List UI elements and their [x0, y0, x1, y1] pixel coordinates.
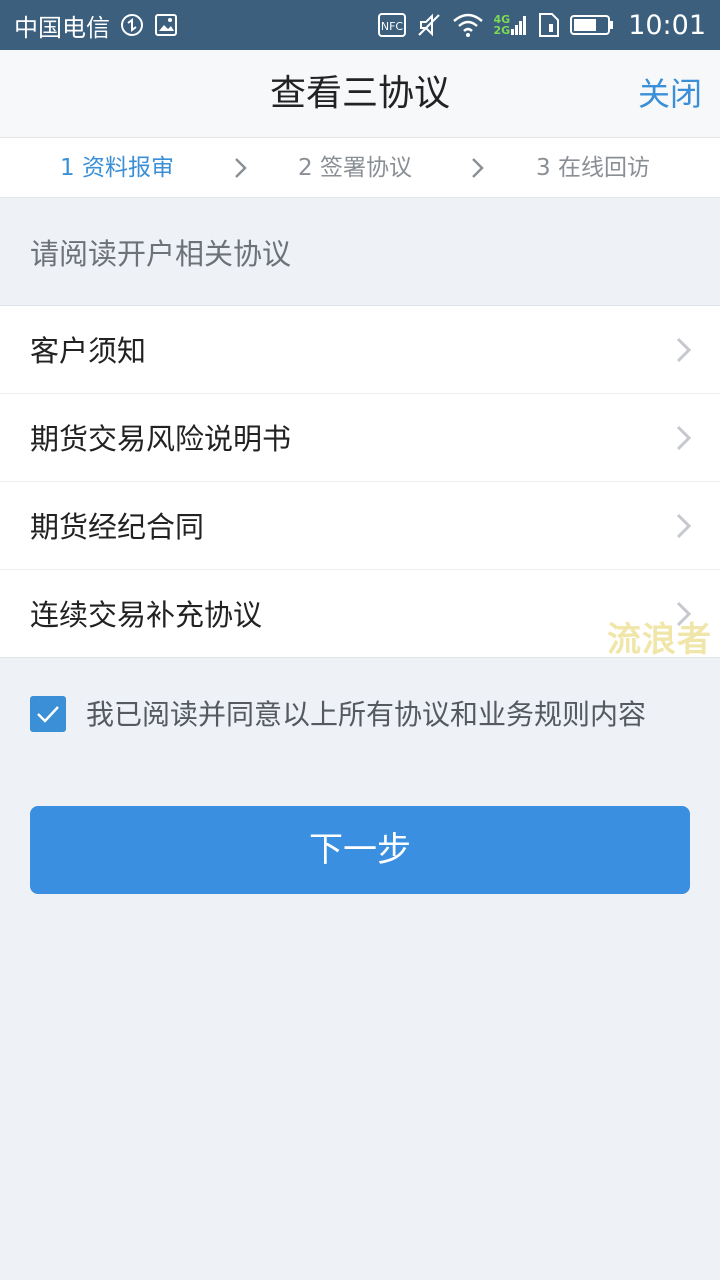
section-header: 请阅读开户相关协议: [0, 198, 720, 306]
agreement-list: 客户须知 期货交易风险说明书 期货经纪合同 连续交易补充协议: [0, 306, 720, 658]
list-item-brokerage-contract[interactable]: 期货经纪合同: [0, 482, 720, 570]
title-bar: 查看三协议 关闭: [0, 50, 720, 138]
sim-icon: [538, 12, 560, 38]
step-3: 3 在线回访: [536, 155, 650, 181]
nfc-label: NFC: [380, 20, 403, 33]
battery-icon: [570, 13, 614, 37]
chevron-right-icon: [471, 138, 485, 198]
checkmark-icon: [37, 706, 59, 723]
nfc-icon: NFC: [377, 13, 406, 37]
wifi-icon: [452, 13, 484, 37]
image-icon: [154, 13, 178, 37]
list-item-risk-disclosure[interactable]: 期货交易风险说明书: [0, 394, 720, 482]
network-type-icon: 4G 2G: [494, 13, 529, 37]
status-bar: 中国电信 NFC 4G 2G 10:01: [0, 0, 720, 50]
section-title: 请阅读开户相关协议: [30, 237, 292, 271]
list-item-label: 客户须知: [30, 334, 147, 368]
chevron-right-icon: [234, 138, 248, 198]
network-2g-label: 2G: [493, 24, 511, 37]
list-item-label: 期货经纪合同: [30, 510, 205, 544]
list-item-customer-notice[interactable]: 客户须知: [0, 306, 720, 394]
progress-steps: 1 资料报审 2 签署协议 3 在线回访: [0, 138, 720, 198]
chevron-right-icon: [676, 425, 692, 451]
next-step-button[interactable]: 下一步: [30, 806, 690, 894]
list-item-label: 期货交易风险说明书: [30, 422, 292, 456]
sync-icon: [120, 13, 144, 37]
list-item-label: 连续交易补充协议: [30, 598, 263, 632]
consent-text: 我已阅读并同意以上所有协议和业务规则内容: [86, 698, 647, 731]
page-title: 查看三协议: [269, 73, 450, 114]
consent-checkbox[interactable]: [30, 696, 66, 732]
watermark: 流浪者: [607, 620, 712, 660]
mute-icon: [416, 12, 442, 38]
carrier-name: 中国电信: [14, 13, 110, 42]
chevron-right-icon: [676, 513, 692, 539]
chevron-right-icon: [676, 337, 692, 363]
close-button[interactable]: 关闭: [638, 50, 702, 138]
step-2: 2 签署协议: [298, 155, 412, 181]
clock: 10:01: [628, 9, 706, 41]
step-1: 1 资料报审: [60, 155, 174, 181]
